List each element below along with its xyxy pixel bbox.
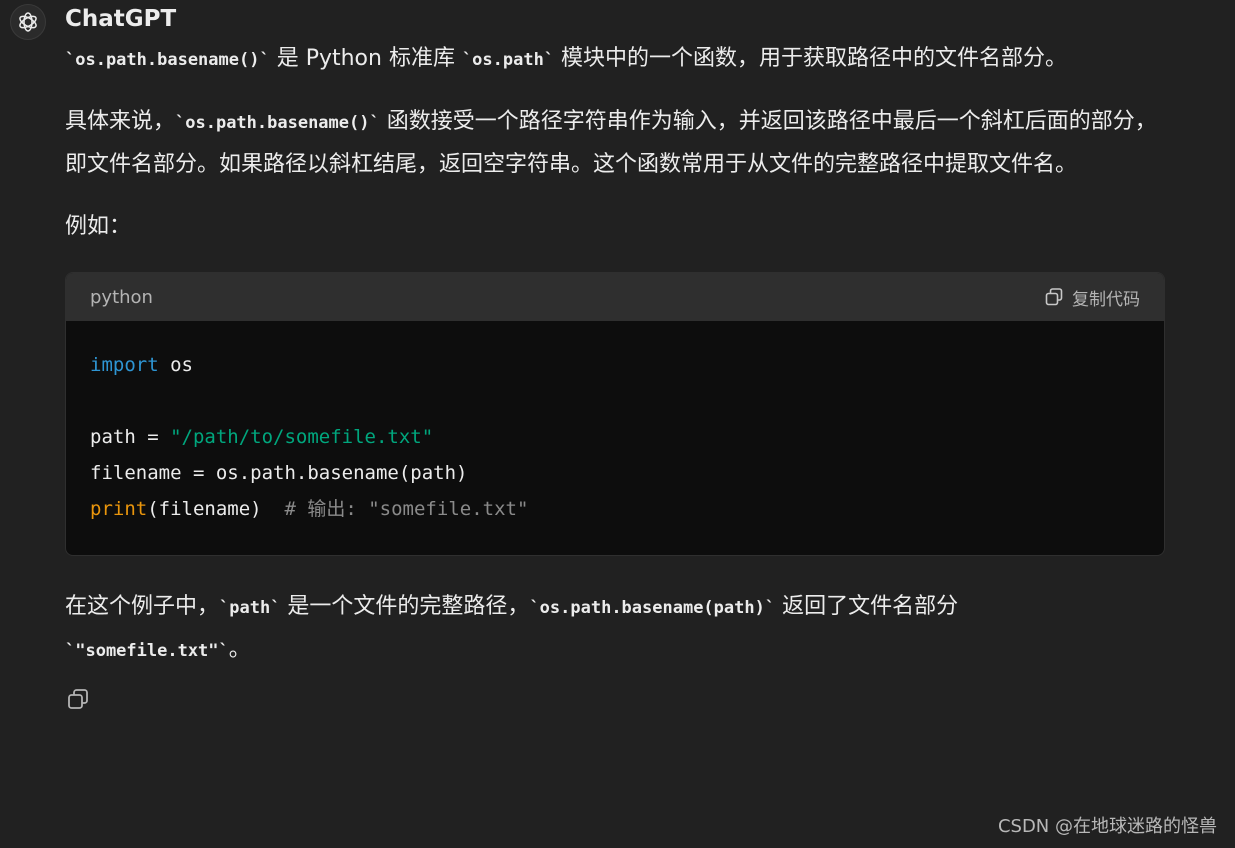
code-block-header: python 复制代码 [66, 273, 1164, 321]
chatgpt-avatar [10, 4, 46, 40]
example-label: 例如： [65, 214, 132, 239]
conclusion-paragraph: 在这个例子中，`path` 是一个文件的完整路径，`os.path.basena… [65, 594, 959, 662]
openai-logo-icon [19, 12, 37, 32]
code-content: import os path = "/path/to/somefile.txt"… [66, 321, 1164, 555]
inline-code: `os.path.basename()` [65, 50, 270, 70]
copy-message-button[interactable] [65, 686, 91, 712]
inline-code: `os.path.basename()` [175, 113, 380, 133]
inline-code: `os.path.basename(path)` [529, 598, 776, 618]
copy-icon [68, 689, 88, 709]
code-line: filename = os.path.basename(path) [90, 462, 468, 484]
conclusion-section: 在这个例子中，`path` 是一个文件的完整路径，`os.path.basena… [65, 586, 1163, 712]
watermark: CSDN @在地球迷路的怪兽 [997, 816, 1217, 837]
message-author: ChatGPT [65, 6, 177, 32]
code-line: path = "/path/to/somefile.txt" [90, 426, 434, 448]
code-language: python [90, 286, 153, 308]
inline-code: `path` [219, 598, 281, 618]
copy-code-button[interactable]: 复制代码 [1044, 285, 1140, 310]
inline-code: `"somefile.txt"` [65, 641, 229, 661]
intro-paragraph: `os.path.basename()` 是 Python 标准库 `os.pa… [65, 46, 1068, 71]
message-content: `os.path.basename()` 是 Python 标准库 `os.pa… [65, 38, 1165, 712]
inline-code: `os.path` [461, 50, 555, 70]
code-block: python 复制代码 import os path = "/path/to/s… [65, 272, 1165, 556]
code-line: print(filename) # 输出: "somefile.txt" [90, 498, 529, 520]
detail-paragraph: 具体来说，`os.path.basename()` 函数接受一个路径字符串作为输… [65, 109, 1157, 177]
copy-icon [1045, 288, 1063, 306]
copy-code-label: 复制代码 [1072, 289, 1140, 310]
code-line: import os [90, 354, 193, 376]
